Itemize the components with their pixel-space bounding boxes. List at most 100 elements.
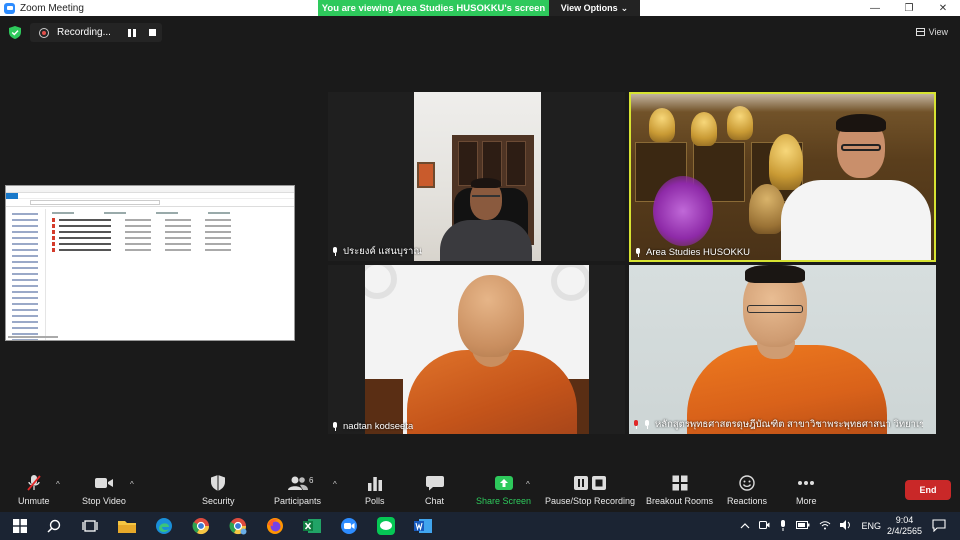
pdf-file-icon [52, 229, 55, 234]
participants-label: Participants [274, 496, 322, 506]
participant-tile-active-speaker[interactable]: Area Studies HUSOKKU [629, 92, 936, 262]
reactions-button[interactable]: Reactions [727, 474, 767, 506]
security-button[interactable]: Security [202, 474, 235, 506]
view-grid-icon [915, 28, 925, 36]
explorer-status-bar [8, 336, 58, 338]
file-explorer-icon[interactable] [117, 516, 137, 536]
audio-options-caret[interactable]: ^ [56, 480, 60, 489]
meet-now-icon[interactable] [759, 520, 770, 532]
mic-icon [332, 422, 338, 431]
show-hidden-icons-chevron-icon[interactable] [740, 521, 750, 531]
stop-recording-icon[interactable] [148, 29, 156, 36]
windows-start-icon[interactable] [10, 516, 30, 536]
mic-icon [635, 248, 641, 257]
close-button[interactable]: ✕ [926, 0, 960, 16]
taskbar-clock[interactable]: 9:04 2/4/2565 [887, 515, 922, 537]
firefox-browser-icon[interactable] [265, 516, 285, 536]
participant-tile[interactable]: nadtan kodseeta [328, 265, 625, 434]
pause-stop-recording-button[interactable]: Pause/Stop Recording [545, 474, 635, 506]
viewing-message: You are viewing Area Studies HUSOKKU's s… [318, 0, 549, 16]
video-gallery: ประยงค์ แสนบุราณ Area Studies HUSOKKU na… [328, 92, 937, 434]
volume-icon[interactable] [840, 520, 852, 532]
mic-muted-icon [26, 474, 42, 492]
participant-name-tag: nadtan kodseeta [332, 421, 413, 432]
line-app-icon[interactable] [376, 516, 396, 536]
more-button[interactable]: More [796, 474, 817, 506]
shield-icon [211, 474, 226, 492]
view-button[interactable]: View [915, 27, 948, 37]
mic-icon [332, 247, 338, 256]
stop-video-button[interactable]: Stop Video [82, 474, 126, 506]
search-icon[interactable] [44, 516, 64, 536]
window-controls: — ❐ ✕ [858, 0, 960, 16]
participant-name-tag: ประยงค์ แสนบุราณ [332, 244, 422, 259]
zoom-app-icon [4, 2, 15, 14]
input-language-indicator[interactable]: ENG [861, 521, 881, 531]
recording-label: Recording... [57, 27, 111, 38]
file-row [52, 235, 292, 240]
polls-button[interactable]: Polls [365, 474, 385, 506]
more-label: More [796, 496, 817, 506]
explorer-address-bar [6, 199, 294, 207]
minimize-button[interactable]: — [858, 0, 892, 16]
security-shield-icon[interactable] [9, 26, 21, 39]
view-options-button[interactable]: View Options ⌄ [549, 0, 640, 16]
share-options-caret[interactable]: ^ [526, 480, 530, 489]
zoom-meeting-window: Zoom Meeting — ❐ ✕ You are viewing Area … [0, 0, 960, 540]
video-options-caret[interactable]: ^ [130, 480, 134, 489]
file-row [52, 223, 292, 228]
shared-screen[interactable] [5, 185, 295, 341]
participant-video [414, 92, 541, 261]
word-icon[interactable] [413, 516, 433, 536]
explorer-file-list [52, 212, 292, 252]
participants-button[interactable]: Participants [274, 474, 321, 506]
record-icon [39, 27, 49, 38]
participant-tile[interactable]: หลักสูตรพุทธศาสตรดุษฎีบัณฑิต สาขาวิชาพระ… [629, 265, 936, 434]
wifi-icon[interactable] [819, 520, 831, 532]
reactions-label: Reactions [727, 496, 768, 506]
unmute-label: Unmute [18, 496, 50, 506]
zoom-taskbar-icon[interactable] [339, 516, 359, 536]
restore-button[interactable]: ❐ [892, 0, 926, 16]
file-row [52, 241, 292, 246]
pause-stop-recording-label: Pause/Stop Recording [545, 496, 636, 506]
explorer-titlebar [6, 186, 294, 193]
participant-name: หลักสูตรพุทธศาสตรดุษฎีบัณฑิต สาขาวิชาพระ… [655, 419, 923, 430]
breakout-rooms-label: Breakout Rooms [646, 496, 714, 506]
meeting-toolbar: Unmute ^ Stop Video ^ Security Participa… [0, 470, 960, 512]
bar-chart-icon [367, 474, 383, 492]
stop-video-label: Stop Video [82, 496, 126, 506]
share-screen-button[interactable]: Share Screen [476, 474, 531, 506]
file-row [52, 247, 292, 252]
task-view-icon[interactable] [80, 516, 100, 536]
view-label: View [928, 27, 948, 37]
notification-center-icon[interactable] [932, 518, 946, 534]
breakout-rooms-button[interactable]: Breakout Rooms [646, 474, 713, 506]
participant-tile[interactable]: ประยงค์ แสนบุราณ [328, 92, 625, 261]
share-screen-label: Share Screen [476, 496, 532, 506]
excel-icon[interactable] [302, 516, 322, 536]
pdf-file-icon [52, 247, 55, 252]
windows-taskbar: ENG 9:04 2/4/2565 [0, 512, 960, 540]
pause-recording-icon[interactable] [127, 28, 136, 37]
polls-label: Polls [365, 496, 385, 506]
microphone-tray-icon[interactable] [779, 519, 787, 533]
chat-button[interactable]: Chat [425, 474, 444, 506]
participants-options-caret[interactable]: ^ [333, 480, 337, 489]
pdf-file-icon [52, 217, 55, 222]
chrome-profile-icon[interactable] [228, 516, 248, 536]
clock-date: 2/4/2565 [886, 526, 922, 536]
pause-stop-icon [573, 474, 607, 492]
chat-label: Chat [425, 496, 445, 506]
edge-browser-icon[interactable] [154, 516, 174, 536]
video-camera-icon [94, 474, 114, 492]
end-meeting-button[interactable]: End [905, 480, 951, 500]
system-tray: ENG 9:04 2/4/2565 [740, 512, 960, 540]
unmute-button[interactable]: Unmute [18, 474, 50, 506]
participant-video [365, 265, 589, 434]
share-screen-icon [494, 474, 514, 492]
battery-icon[interactable] [796, 521, 810, 531]
participant-name: Area Studies HUSOKKU [646, 247, 751, 258]
mic-icon [644, 420, 650, 429]
chrome-browser-icon[interactable] [191, 516, 211, 536]
